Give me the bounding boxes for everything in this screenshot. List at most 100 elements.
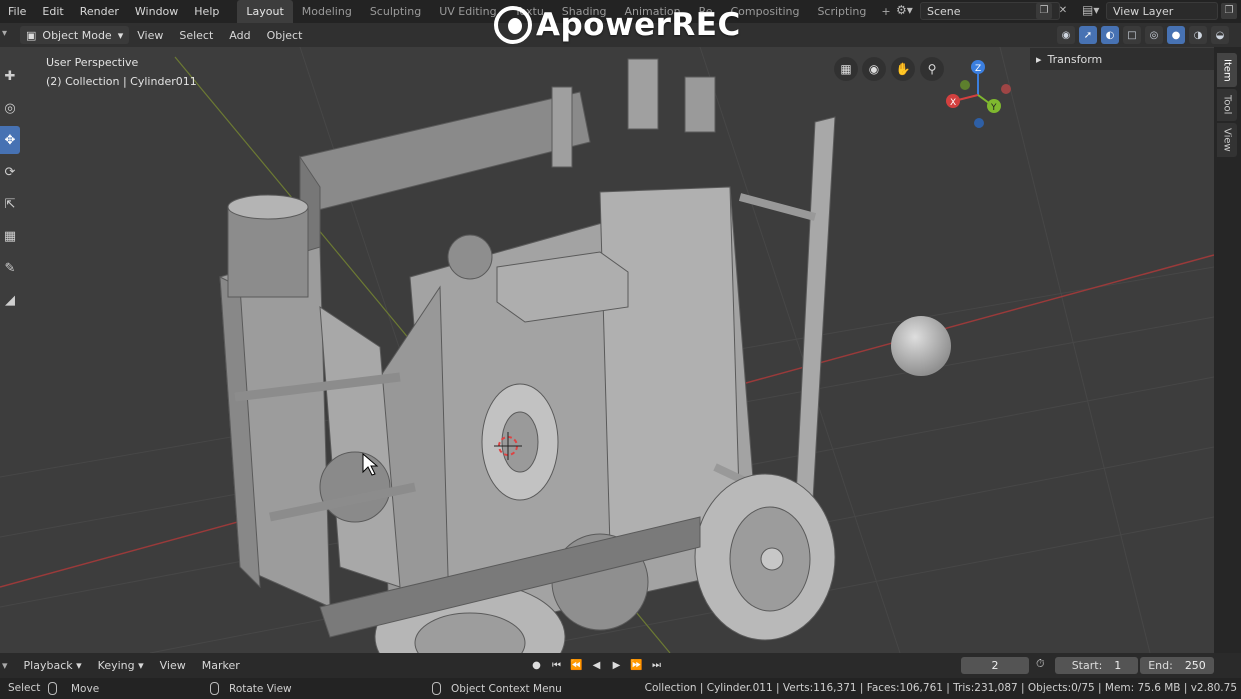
timeline-header: ▾ Playback ▾ Keying ▾ View Marker ● ⏮ ⏪ … xyxy=(0,653,1241,678)
transform-panel-header[interactable]: ▸ Transform xyxy=(1030,48,1214,70)
tab-sculpting[interactable]: Sculpting xyxy=(361,0,430,23)
jump-start-icon[interactable]: ⏮ xyxy=(548,657,565,674)
status-select-hint: Select xyxy=(8,682,40,694)
context-hint-label: Object Context Menu xyxy=(451,682,562,695)
timeline-menu-keying[interactable]: Keying ▾ xyxy=(90,659,152,672)
sidebar-tab-tool[interactable]: Tool xyxy=(1217,89,1237,121)
toggle-grid-view-icon[interactable]: ▦ xyxy=(834,57,858,81)
xray-toggle-icon[interactable]: □ xyxy=(1123,26,1141,44)
current-frame-field[interactable]: 2 xyxy=(961,657,1029,674)
shading-solid-icon[interactable]: ● xyxy=(1167,26,1185,44)
next-keyframe-icon[interactable]: ⏩ xyxy=(628,657,645,674)
timeline-editor-icon[interactable]: ▾ xyxy=(0,659,16,672)
camera-view-icon[interactable]: ◉ xyxy=(862,57,886,81)
zoom-icon[interactable]: ⚲ xyxy=(920,57,944,81)
view-layer-selector[interactable]: View Layer xyxy=(1106,2,1218,20)
viewport-header-tools: ◉ ➚ ◐ □ ◎ ● ◑ ◒ xyxy=(1057,26,1229,44)
timeline-menu-marker[interactable]: Marker xyxy=(194,659,248,672)
mouse-right-icon xyxy=(432,682,441,695)
object-mode-icon: ▣ xyxy=(26,28,37,42)
gizmo-y-label: Y xyxy=(990,103,997,113)
end-label: End: xyxy=(1148,659,1173,672)
scene-name: Scene xyxy=(927,4,961,18)
shading-wireframe-icon[interactable]: ◎ xyxy=(1145,26,1163,44)
scale-tool-icon[interactable]: ⇱ xyxy=(0,190,20,218)
menu-render[interactable]: Render xyxy=(72,0,127,23)
mode-label: Object Mode xyxy=(42,28,112,42)
status-rotate-hint: Rotate View xyxy=(210,682,292,695)
record-icon[interactable]: ● xyxy=(528,657,545,674)
shading-material-icon[interactable]: ◑ xyxy=(1189,26,1207,44)
menu-file[interactable]: File xyxy=(0,0,34,23)
move-tool-icon[interactable]: ✥ xyxy=(0,126,20,154)
rotate-hint-label: Rotate View xyxy=(229,682,292,695)
navigation-gizmo[interactable]: Z X Y xyxy=(946,60,1011,128)
select-box-tool-icon[interactable]: ✚ xyxy=(0,62,20,90)
status-move-hint: Move xyxy=(48,682,99,695)
menu-help[interactable]: Help xyxy=(186,0,227,23)
mouse-middle-icon xyxy=(210,682,219,695)
viewport-menu-object[interactable]: Object xyxy=(259,29,311,42)
recorder-watermark: ApowerREC xyxy=(494,4,741,46)
shading-rendered-icon[interactable]: ◒ xyxy=(1211,26,1229,44)
object-mode-dropdown[interactable]: ▣ Object Mode ▾ xyxy=(20,26,130,44)
transform-tool-icon[interactable]: ▦ xyxy=(0,222,20,250)
delete-scene-icon[interactable]: ✕ xyxy=(1055,3,1071,19)
tab-modeling[interactable]: Modeling xyxy=(293,0,361,23)
apowerrec-logo-icon xyxy=(494,6,532,44)
scene-icon[interactable]: ⚙▾ xyxy=(896,3,916,19)
status-context-hint: Object Context Menu xyxy=(432,682,562,695)
editor-type-icon[interactable]: ▾ xyxy=(2,28,14,42)
cursor-tool-icon[interactable]: ◎ xyxy=(0,94,20,122)
overlay-toggle-icon[interactable]: ◐ xyxy=(1101,26,1119,44)
menu-edit[interactable]: Edit xyxy=(34,0,71,23)
timeline-menu-playback[interactable]: Playback ▾ xyxy=(16,659,90,672)
sidebar-tab-view[interactable]: View xyxy=(1217,123,1237,157)
start-label: Start: xyxy=(1071,659,1103,672)
menu-window[interactable]: Window xyxy=(127,0,186,23)
visibility-icon[interactable]: ◉ xyxy=(1057,26,1075,44)
add-workspace-button[interactable]: + xyxy=(875,0,896,23)
play-reverse-icon[interactable]: ◀ xyxy=(588,657,605,674)
sphere-object[interactable] xyxy=(891,316,951,376)
view-layer-name: View Layer xyxy=(1113,4,1174,18)
end-frame-field[interactable]: End: 250 xyxy=(1140,657,1214,674)
watermark-text: ApowerREC xyxy=(536,7,741,43)
start-frame-field[interactable]: Start: 1 xyxy=(1055,657,1138,674)
play-icon[interactable]: ▶ xyxy=(608,657,625,674)
new-view-layer-button[interactable]: ❐ xyxy=(1221,3,1237,19)
sidebar-tab-item[interactable]: Item xyxy=(1217,53,1237,87)
gizmo-z-label: Z xyxy=(975,64,981,74)
cart-model[interactable] xyxy=(219,58,836,653)
tab-layout[interactable]: Layout xyxy=(237,0,293,23)
playback-label: Playback xyxy=(23,659,73,672)
annotate-tool-icon[interactable]: ✎ xyxy=(0,254,20,282)
select-hint-label: Select xyxy=(8,682,41,694)
prev-keyframe-icon[interactable]: ⏪ xyxy=(568,657,585,674)
rotate-tool-icon[interactable]: ⟳ xyxy=(0,158,20,186)
viewport-menu-select[interactable]: Select xyxy=(171,29,221,42)
active-object-label: (2) Collection | Cylinder011 xyxy=(46,75,197,88)
tool-shelf: ✚ ◎ ✥ ⟳ ⇱ ▦ ✎ ◢ xyxy=(0,62,22,314)
3d-viewport[interactable]: Z X Y User Perspective (2) Collection | … xyxy=(0,47,1214,653)
viewport-menu-add[interactable]: Add xyxy=(221,29,258,42)
viewport-menu-view[interactable]: View xyxy=(129,29,171,42)
new-scene-button[interactable]: ❐ xyxy=(1036,3,1052,19)
pan-hand-icon[interactable]: ✋ xyxy=(891,57,915,81)
view-perspective-label: User Perspective xyxy=(46,56,139,69)
tab-scripting[interactable]: Scripting xyxy=(808,0,875,23)
end-value: 250 xyxy=(1184,659,1206,672)
stopwatch-icon[interactable]: ⏱ xyxy=(1036,657,1045,671)
timeline-menu-view[interactable]: View xyxy=(152,659,194,672)
measure-tool-icon[interactable]: ◢ xyxy=(0,286,20,314)
start-value: 1 xyxy=(1114,659,1122,672)
view-layer-icon[interactable]: ▤▾ xyxy=(1082,3,1102,19)
expand-triangle-icon: ▸ xyxy=(1036,52,1042,66)
3d-scene[interactable]: Z X Y xyxy=(0,47,1214,653)
status-bar: Select Move Rotate View Object Context M… xyxy=(0,678,1241,699)
gizmo-x-label: X xyxy=(950,98,956,108)
scene-statistics: Collection | Cylinder.011 | Verts:116,37… xyxy=(644,682,1237,694)
jump-end-icon[interactable]: ⏭ xyxy=(648,657,665,674)
sidebar-tabs: Item Tool View xyxy=(1214,47,1241,653)
gizmo-toggle-icon[interactable]: ➚ xyxy=(1079,26,1097,44)
